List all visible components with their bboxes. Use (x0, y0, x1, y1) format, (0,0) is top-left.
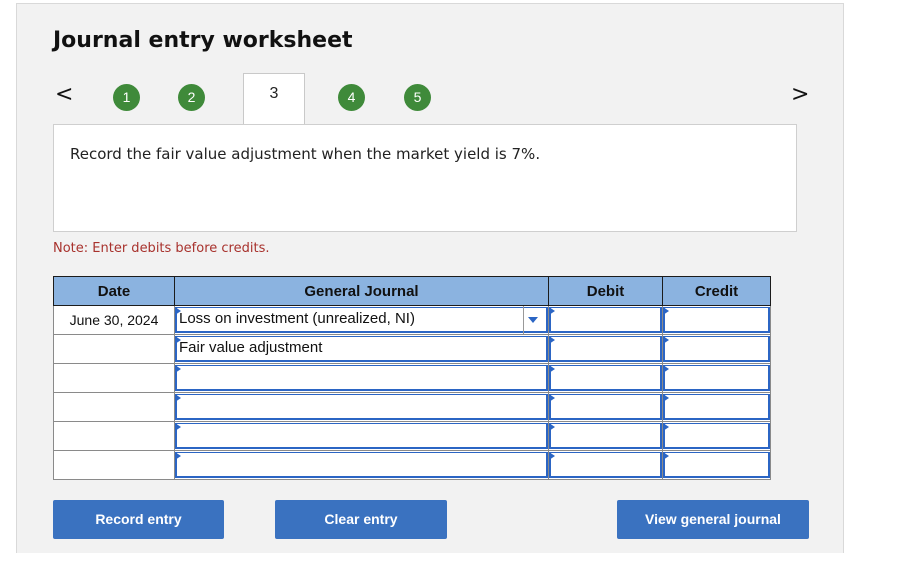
credit-input[interactable] (662, 305, 771, 335)
table-row: Fair value adjustment (53, 334, 771, 364)
credit-input[interactable] (662, 421, 771, 451)
instruction-text: Record the fair value adjustment when th… (70, 145, 541, 163)
table-header-row: Date General Journal Debit Credit (53, 276, 771, 306)
account-input[interactable] (174, 421, 549, 451)
page-title: Journal entry worksheet (53, 28, 353, 53)
debit-input[interactable] (548, 392, 663, 422)
dropdown-arrow-icon[interactable] (523, 306, 542, 334)
record-entry-button[interactable]: Record entry (53, 500, 224, 539)
step-3-tab[interactable]: 3 (243, 73, 305, 125)
clear-entry-button[interactable]: Clear entry (275, 500, 447, 539)
date-cell: June 30, 2024 (53, 305, 175, 335)
chevron-right-icon[interactable]: > (791, 84, 809, 106)
header-general-journal: General Journal (174, 276, 549, 306)
date-cell (53, 421, 175, 451)
date-cell (53, 363, 175, 393)
credit-input[interactable] (662, 334, 771, 364)
account-input[interactable] (174, 392, 549, 422)
account-input[interactable] (174, 363, 549, 393)
table-row (53, 392, 771, 422)
account-select[interactable]: Loss on investment (unrealized, NI) (174, 305, 549, 335)
view-general-journal-button[interactable]: View general journal (617, 500, 809, 539)
step-2-button[interactable]: 2 (178, 84, 205, 111)
step-5-button[interactable]: 5 (404, 84, 431, 111)
account-value: Fair value adjustment (179, 339, 323, 356)
header-credit: Credit (662, 276, 771, 306)
journal-table: Date General Journal Debit Credit June 3… (53, 276, 771, 480)
table-row (53, 421, 771, 451)
debit-input[interactable] (548, 334, 663, 364)
note-text: Note: Enter debits before credits. (53, 241, 270, 256)
chevron-left-icon[interactable]: < (55, 84, 73, 106)
debit-input[interactable] (548, 421, 663, 451)
step-1-button[interactable]: 1 (113, 84, 140, 111)
table-row (53, 450, 771, 480)
table-row: June 30, 2024 Loss on investment (unreal… (53, 305, 771, 335)
credit-input[interactable] (662, 392, 771, 422)
header-date: Date (53, 276, 175, 306)
instruction-box: Record the fair value adjustment when th… (53, 124, 797, 232)
account-value: Loss on investment (unrealized, NI) (179, 310, 415, 327)
date-cell (53, 334, 175, 364)
account-input[interactable]: Fair value adjustment (174, 334, 549, 364)
credit-input[interactable] (662, 363, 771, 393)
debit-input[interactable] (548, 305, 663, 335)
date-cell (53, 392, 175, 422)
debit-input[interactable] (548, 363, 663, 393)
table-row (53, 363, 771, 393)
step-4-button[interactable]: 4 (338, 84, 365, 111)
worksheet-panel: Journal entry worksheet < 1 2 3 4 5 > Re… (16, 3, 844, 553)
date-cell (53, 450, 175, 480)
debit-input[interactable] (548, 450, 663, 480)
credit-input[interactable] (662, 450, 771, 480)
account-input[interactable] (174, 450, 549, 480)
header-debit: Debit (548, 276, 663, 306)
